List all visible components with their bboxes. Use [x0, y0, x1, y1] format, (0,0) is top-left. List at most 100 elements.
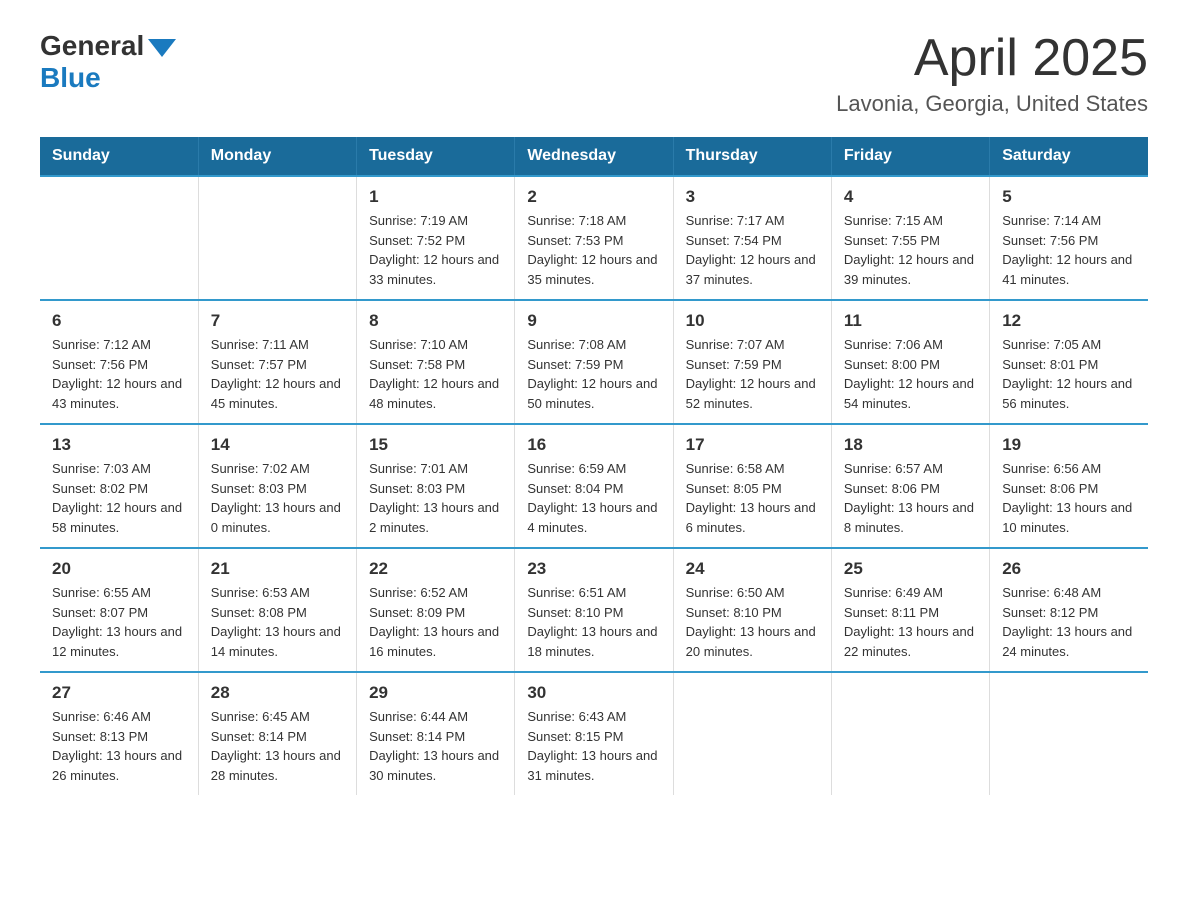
- day-number: 6: [52, 311, 186, 331]
- day-number: 11: [844, 311, 977, 331]
- day-info: Sunrise: 6:55 AM Sunset: 8:07 PM Dayligh…: [52, 583, 186, 661]
- calendar-cell: 16 Sunrise: 6:59 AM Sunset: 8:04 PM Dayli…: [515, 424, 673, 548]
- day-number: 18: [844, 435, 977, 455]
- calendar-cell: 5Sunrise: 7:14 AM Sunset: 7:56 PM Daylig…: [990, 176, 1148, 300]
- calendar-week-2: 6Sunrise: 7:12 AM Sunset: 7:56 PM Daylig…: [40, 300, 1148, 424]
- calendar-cell: 26Sunrise: 6:48 AM Sunset: 8:12 PM Dayli…: [990, 548, 1148, 672]
- calendar-cell: 20 Sunrise: 6:55 AM Sunset: 8:07 PM Dayli…: [40, 548, 198, 672]
- day-number: 19: [1002, 435, 1136, 455]
- day-info: Sunrise: 7:11 AM Sunset: 7:57 PM Dayligh…: [211, 335, 344, 413]
- calendar-cell: 17 Sunrise: 6:58 AM Sunset: 8:05 PM Dayli…: [673, 424, 831, 548]
- calendar-cell: 9 Sunrise: 7:08 AM Sunset: 7:59 PM Daylig…: [515, 300, 673, 424]
- calendar-week-3: 13Sunrise: 7:03 AM Sunset: 8:02 PM Dayli…: [40, 424, 1148, 548]
- calendar-cell: [198, 176, 356, 300]
- day-info: Sunrise: 6:58 AM Sunset: 8:05 PM Dayligh…: [686, 459, 819, 537]
- calendar-week-5: 27 Sunrise: 6:46 AM Sunset: 8:13 PM Dayli…: [40, 672, 1148, 795]
- day-number: 21: [211, 559, 344, 579]
- day-info: Sunrise: 6:43 AM Sunset: 8:15 PM Dayligh…: [527, 707, 660, 785]
- day-number: 16: [527, 435, 660, 455]
- day-info: Sunrise: 6:51 AM Sunset: 8:10 PM Dayligh…: [527, 583, 660, 661]
- day-info: Sunrise: 6:49 AM Sunset: 8:11 PM Dayligh…: [844, 583, 977, 661]
- calendar-cell: 8 Sunrise: 7:10 AM Sunset: 7:58 PM Daylig…: [357, 300, 515, 424]
- calendar-cell: 30 Sunrise: 6:43 AM Sunset: 8:15 PM Dayli…: [515, 672, 673, 795]
- day-number: 8: [369, 311, 502, 331]
- day-number: 15: [369, 435, 502, 455]
- day-number: 24: [686, 559, 819, 579]
- day-info: Sunrise: 6:57 AM Sunset: 8:06 PM Dayligh…: [844, 459, 977, 537]
- day-number: 27: [52, 683, 186, 703]
- day-number: 1: [369, 187, 502, 207]
- calendar-subtitle: Lavonia, Georgia, United States: [836, 91, 1148, 117]
- calendar-cell: 10Sunrise: 7:07 AM Sunset: 7:59 PM Dayli…: [673, 300, 831, 424]
- day-number: 20: [52, 559, 186, 579]
- day-number: 17: [686, 435, 819, 455]
- calendar-cell: [990, 672, 1148, 795]
- day-number: 7: [211, 311, 344, 331]
- title-block: April 2025 Lavonia, Georgia, United Stat…: [836, 30, 1148, 117]
- day-number: 29: [369, 683, 502, 703]
- calendar-cell: 11 Sunrise: 7:06 AM Sunset: 8:00 PM Dayli…: [831, 300, 989, 424]
- day-number: 26: [1002, 559, 1136, 579]
- calendar-week-1: 1Sunrise: 7:19 AM Sunset: 7:52 PM Daylig…: [40, 176, 1148, 300]
- day-info: Sunrise: 7:17 AM Sunset: 7:54 PM Dayligh…: [686, 211, 819, 289]
- day-number: 22: [369, 559, 502, 579]
- day-number: 25: [844, 559, 977, 579]
- logo-triangle-icon: [148, 39, 176, 57]
- day-info: Sunrise: 7:14 AM Sunset: 7:56 PM Dayligh…: [1002, 211, 1136, 289]
- calendar-cell: 15 Sunrise: 7:01 AM Sunset: 8:03 PM Dayli…: [357, 424, 515, 548]
- calendar-week-4: 20 Sunrise: 6:55 AM Sunset: 8:07 PM Dayli…: [40, 548, 1148, 672]
- page-header: General Blue April 2025 Lavonia, Georgia…: [40, 30, 1148, 117]
- column-header-saturday: Saturday: [990, 137, 1148, 176]
- day-info: Sunrise: 7:18 AM Sunset: 7:53 PM Dayligh…: [527, 211, 660, 289]
- day-info: Sunrise: 6:53 AM Sunset: 8:08 PM Dayligh…: [211, 583, 344, 661]
- day-number: 28: [211, 683, 344, 703]
- day-info: Sunrise: 6:50 AM Sunset: 8:10 PM Dayligh…: [686, 583, 819, 661]
- calendar-cell: 3 Sunrise: 7:17 AM Sunset: 7:54 PM Daylig…: [673, 176, 831, 300]
- calendar-cell: 13Sunrise: 7:03 AM Sunset: 8:02 PM Dayli…: [40, 424, 198, 548]
- calendar-cell: 22 Sunrise: 6:52 AM Sunset: 8:09 PM Dayli…: [357, 548, 515, 672]
- day-info: Sunrise: 7:05 AM Sunset: 8:01 PM Dayligh…: [1002, 335, 1136, 413]
- column-header-wednesday: Wednesday: [515, 137, 673, 176]
- column-header-sunday: Sunday: [40, 137, 198, 176]
- header-row: SundayMondayTuesdayWednesdayThursdayFrid…: [40, 137, 1148, 176]
- calendar-cell: [673, 672, 831, 795]
- calendar-cell: 21 Sunrise: 6:53 AM Sunset: 8:08 PM Dayli…: [198, 548, 356, 672]
- calendar-cell: 29Sunrise: 6:44 AM Sunset: 8:14 PM Dayli…: [357, 672, 515, 795]
- day-info: Sunrise: 7:15 AM Sunset: 7:55 PM Dayligh…: [844, 211, 977, 289]
- calendar-cell: 7 Sunrise: 7:11 AM Sunset: 7:57 PM Daylig…: [198, 300, 356, 424]
- calendar-cell: 18 Sunrise: 6:57 AM Sunset: 8:06 PM Dayli…: [831, 424, 989, 548]
- calendar-cell: 19Sunrise: 6:56 AM Sunset: 8:06 PM Dayli…: [990, 424, 1148, 548]
- calendar-cell: 2 Sunrise: 7:18 AM Sunset: 7:53 PM Daylig…: [515, 176, 673, 300]
- day-info: Sunrise: 6:59 AM Sunset: 8:04 PM Dayligh…: [527, 459, 660, 537]
- day-number: 9: [527, 311, 660, 331]
- day-number: 3: [686, 187, 819, 207]
- column-header-monday: Monday: [198, 137, 356, 176]
- logo-blue: Blue: [40, 62, 101, 94]
- day-info: Sunrise: 7:10 AM Sunset: 7:58 PM Dayligh…: [369, 335, 502, 413]
- column-header-tuesday: Tuesday: [357, 137, 515, 176]
- calendar-cell: 4 Sunrise: 7:15 AM Sunset: 7:55 PM Daylig…: [831, 176, 989, 300]
- calendar-cell: 1Sunrise: 7:19 AM Sunset: 7:52 PM Daylig…: [357, 176, 515, 300]
- day-info: Sunrise: 7:02 AM Sunset: 8:03 PM Dayligh…: [211, 459, 344, 537]
- day-number: 2: [527, 187, 660, 207]
- day-number: 14: [211, 435, 344, 455]
- calendar-cell: 6Sunrise: 7:12 AM Sunset: 7:56 PM Daylig…: [40, 300, 198, 424]
- day-info: Sunrise: 7:08 AM Sunset: 7:59 PM Dayligh…: [527, 335, 660, 413]
- calendar-table: SundayMondayTuesdayWednesdayThursdayFrid…: [40, 137, 1148, 795]
- day-number: 30: [527, 683, 660, 703]
- calendar-cell: [831, 672, 989, 795]
- day-info: Sunrise: 7:06 AM Sunset: 8:00 PM Dayligh…: [844, 335, 977, 413]
- calendar-cell: [40, 176, 198, 300]
- day-info: Sunrise: 6:46 AM Sunset: 8:13 PM Dayligh…: [52, 707, 186, 785]
- calendar-cell: 12 Sunrise: 7:05 AM Sunset: 8:01 PM Dayli…: [990, 300, 1148, 424]
- day-number: 10: [686, 311, 819, 331]
- calendar-cell: 14 Sunrise: 7:02 AM Sunset: 8:03 PM Dayli…: [198, 424, 356, 548]
- calendar-header: SundayMondayTuesdayWednesdayThursdayFrid…: [40, 137, 1148, 176]
- calendar-cell: 28Sunrise: 6:45 AM Sunset: 8:14 PM Dayli…: [198, 672, 356, 795]
- day-info: Sunrise: 6:52 AM Sunset: 8:09 PM Dayligh…: [369, 583, 502, 661]
- day-info: Sunrise: 7:01 AM Sunset: 8:03 PM Dayligh…: [369, 459, 502, 537]
- day-number: 12: [1002, 311, 1136, 331]
- day-number: 4: [844, 187, 977, 207]
- calendar-cell: 25 Sunrise: 6:49 AM Sunset: 8:11 PM Dayli…: [831, 548, 989, 672]
- calendar-cell: 27 Sunrise: 6:46 AM Sunset: 8:13 PM Dayli…: [40, 672, 198, 795]
